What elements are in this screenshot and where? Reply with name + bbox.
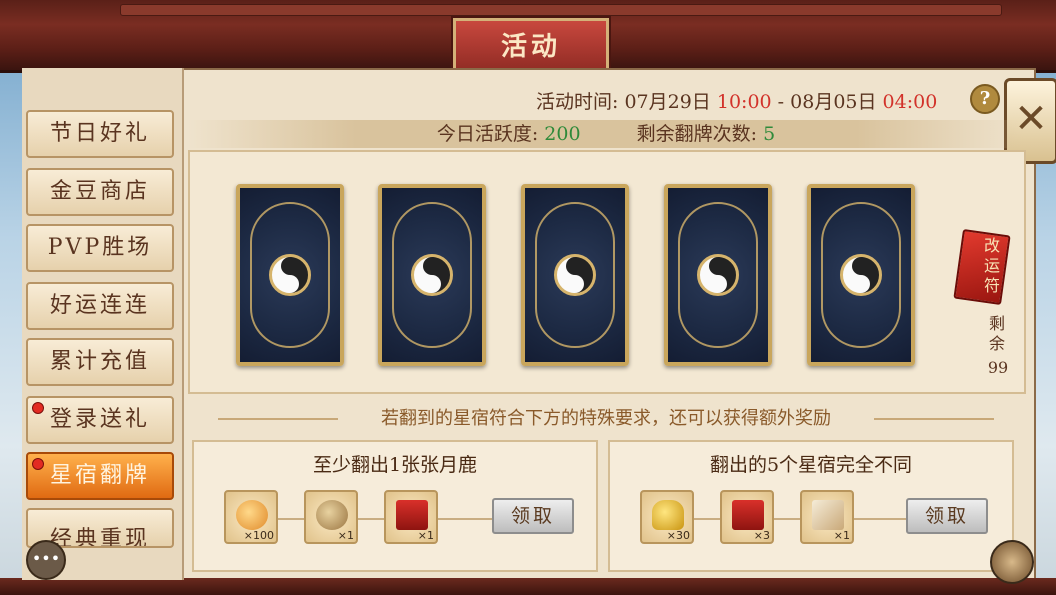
chat-icon[interactable]: ••• <box>26 540 66 580</box>
flip-card[interactable] <box>236 184 344 366</box>
sidebar-item-label: 累计充值 <box>49 349 150 374</box>
activity-value: 200 <box>544 123 581 145</box>
yin-yang-icon <box>554 254 596 296</box>
reward-slot[interactable]: ×100 <box>224 490 278 544</box>
sidebar-item-label: 金豆商店 <box>49 179 150 204</box>
reward-count: ×1 <box>417 529 434 542</box>
scroll-icon <box>812 500 844 530</box>
event-time-label: 活动时间: <box>536 91 619 113</box>
start-date: 07月29日 <box>624 91 711 113</box>
flips-value: 5 <box>763 123 776 145</box>
activity-label: 今日活跃度: <box>436 123 539 145</box>
flip-card[interactable] <box>807 184 915 366</box>
sidebar-item-label: PVP胜场 <box>47 235 153 260</box>
reward-slot[interactable]: ×1 <box>384 490 438 544</box>
card-area <box>188 150 982 394</box>
sidebar-item-gold-bean-shop[interactable]: 金豆商店 <box>26 168 174 216</box>
roof-trim <box>120 4 1002 16</box>
task-title: 翻出的5个星宿完全不同 <box>709 454 913 476</box>
flips-label: 剩余翻牌次数: <box>636 123 758 145</box>
reward-count: ×100 <box>243 529 274 542</box>
notification-dot <box>32 458 44 470</box>
sidebar-item-festival-gift[interactable]: 节日好礼 <box>26 110 174 158</box>
reward-slot[interactable]: ×1 <box>800 490 854 544</box>
yin-yang-icon <box>269 254 311 296</box>
sidebar-item-label: 好运连连 <box>49 293 150 318</box>
red-chest-icon <box>396 500 428 530</box>
flip-card[interactable] <box>521 184 629 366</box>
bonus-hint: 若翻到的星宿符合下方的特殊要求，还可以获得额外奖励 <box>188 406 1024 432</box>
event-time: 活动时间: 07月29日 10:00 - 08月05日 04:00 <box>536 87 976 113</box>
bonus-task-2: 翻出的5个星宿完全不同 ×30 ×3 ×1 领取 <box>608 440 1014 572</box>
start-time: 10:00 <box>716 91 772 113</box>
window-title: 活动 <box>500 32 561 62</box>
sidebar-item-pvp-wins[interactable]: PVP胜场 <box>26 224 174 272</box>
stats-bar: 今日活跃度: 200 剩余翻牌次数: 5 <box>188 120 1024 148</box>
sidebar-item-login-gift[interactable]: 登录送礼 <box>26 396 174 444</box>
luck-charm-item[interactable]: 改运符 <box>948 228 1014 305</box>
seed-bag-icon <box>316 500 348 530</box>
end-time: 04:00 <box>882 91 938 113</box>
sidebar-item-cumulative-recharge[interactable]: 累计充值 <box>26 338 174 386</box>
help-icon[interactable]: ? <box>970 84 1000 114</box>
sidebar-item-label: 星宿翻牌 <box>49 463 150 488</box>
sidebar-item-good-luck[interactable]: 好运连连 <box>26 282 174 330</box>
flip-card[interactable] <box>664 184 772 366</box>
yin-yang-icon <box>840 254 882 296</box>
claim-button[interactable]: 领取 <box>492 498 574 534</box>
sidebar-item-label: 节日好礼 <box>49 121 150 146</box>
menu-orb-icon[interactable] <box>990 540 1034 584</box>
sidebar-item-label: 登录送礼 <box>49 407 150 432</box>
sidebar-item-label: 经典重现 <box>49 527 150 548</box>
bottom-border <box>0 578 1056 595</box>
bonus-task-1: 至少翻出1张张月鹿 ×100 ×1 ×1 领取 <box>192 440 598 572</box>
fruit-icon <box>236 500 268 530</box>
reward-count: ×30 <box>666 529 690 542</box>
date-separator: - <box>777 91 785 113</box>
yin-yang-icon <box>411 254 453 296</box>
claim-button[interactable]: 领取 <box>906 498 988 534</box>
task-title: 至少翻出1张张月鹿 <box>312 454 478 476</box>
red-chest-icon <box>732 500 764 530</box>
reward-count: ×3 <box>753 529 770 542</box>
remain-label: 剩余 <box>988 314 1005 353</box>
flip-card[interactable] <box>378 184 486 366</box>
reward-slot[interactable]: ×30 <box>640 490 694 544</box>
sidebar: 节日好礼 金豆商店 PVP胜场 好运连连 累计充值 登录送礼 星宿翻牌 经典重现 <box>22 68 184 580</box>
reward-count: ×1 <box>337 529 354 542</box>
yin-yang-icon <box>697 254 739 296</box>
reward-slot[interactable]: ×3 <box>720 490 774 544</box>
remain-count: 99 <box>987 358 1009 377</box>
sidebar-item-star-card-flip[interactable]: 星宿翻牌 <box>26 452 174 500</box>
gold-ingot-icon <box>652 500 684 530</box>
reward-count: ×1 <box>833 529 850 542</box>
luck-charm-name: 改运符 <box>984 236 1001 295</box>
end-date: 08月05日 <box>790 91 877 113</box>
notification-dot <box>32 402 44 414</box>
reward-slot[interactable]: ×1 <box>304 490 358 544</box>
